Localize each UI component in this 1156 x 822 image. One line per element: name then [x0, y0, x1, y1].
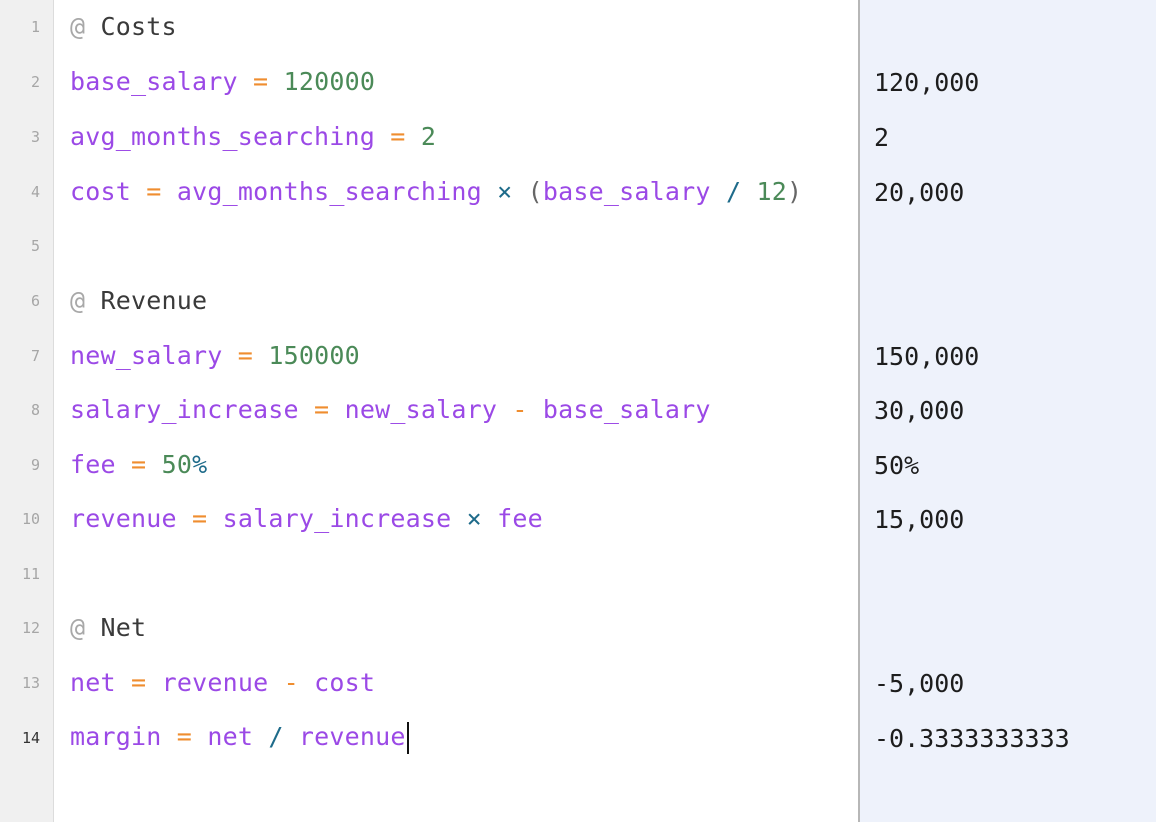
editor-line-13[interactable]: net = revenue - cost: [70, 666, 375, 700]
editor-line-14[interactable]: margin = net / revenue: [70, 720, 409, 754]
section-heading: Costs: [100, 12, 177, 41]
editor-line-8[interactable]: salary_increase = new_salary - base_sala…: [70, 393, 711, 427]
editor-line-10[interactable]: revenue = salary_increase × fee: [70, 502, 543, 536]
editor-line-12[interactable]: @ Net: [70, 611, 146, 645]
assign-operator: =: [390, 122, 406, 151]
result-value[interactable]: -0.3333333333: [874, 722, 1070, 756]
open-paren: (: [527, 177, 543, 206]
assign-operator: =: [253, 67, 269, 96]
multiply-operator: ×: [466, 504, 482, 533]
assign-operator: =: [146, 177, 162, 206]
assign-operator: =: [176, 722, 193, 751]
line-number: 7: [30, 347, 40, 365]
variable-reference: salary_increase: [222, 504, 452, 533]
result-value[interactable]: 30,000: [874, 394, 964, 428]
variable-reference: avg_months_searching: [176, 177, 482, 206]
editor-line-9[interactable]: fee = 50%: [70, 448, 207, 482]
divide-operator: /: [268, 722, 284, 751]
assign-operator: =: [237, 341, 254, 370]
variable-name: base_salary: [70, 67, 238, 96]
section-marker: @: [70, 12, 86, 41]
divide-operator: /: [725, 177, 742, 206]
editor-line-3[interactable]: avg_months_searching = 2: [70, 120, 436, 154]
variable-name: revenue: [70, 504, 177, 533]
line-number: 12: [21, 619, 40, 637]
minus-operator: -: [512, 395, 528, 424]
number-literal: 120000: [283, 67, 376, 96]
line-number: 3: [30, 128, 40, 146]
variable-name: avg_months_searching: [70, 122, 376, 151]
result-value[interactable]: 50%: [874, 449, 919, 483]
result-value[interactable]: 20,000: [874, 176, 964, 210]
line-number: 13: [21, 674, 40, 692]
section-marker: @: [70, 613, 86, 642]
line-number: 2: [30, 73, 40, 91]
number-literal: 2: [420, 122, 437, 151]
close-paren: ): [786, 177, 803, 206]
variable-name: new_salary: [70, 341, 223, 370]
variable-name: net: [70, 668, 116, 697]
assign-operator: =: [314, 395, 330, 424]
line-number-gutter: 1 2 3 4 5 6 7 8 9 10 11 12 13 14: [0, 0, 54, 822]
line-number: 4: [30, 183, 40, 201]
text-cursor: [406, 722, 409, 754]
editor-line-6[interactable]: @ Revenue: [70, 284, 207, 318]
assign-operator: =: [131, 668, 147, 697]
result-value[interactable]: 120,000: [874, 66, 979, 100]
calculator-notepad-window: 1 2 3 4 5 6 7 8 9 10 11 12 13 14 @ Costs…: [0, 0, 1156, 822]
variable-name: fee: [70, 450, 116, 479]
variable-reference: net: [207, 722, 254, 751]
variable-name: cost: [70, 177, 132, 206]
variable-name: margin: [70, 722, 162, 751]
multiply-operator: ×: [497, 177, 513, 206]
variable-reference: base_salary: [542, 395, 711, 424]
editor-line-4[interactable]: cost = avg_months_searching × (base_sala…: [70, 175, 802, 209]
editor-line-1[interactable]: @ Costs: [70, 10, 177, 44]
variable-reference: new_salary: [344, 395, 498, 424]
editor-line-7[interactable]: new_salary = 150000: [70, 339, 360, 373]
editor-line-2[interactable]: base_salary = 120000: [70, 65, 375, 99]
assign-operator: =: [192, 504, 208, 533]
number-literal: 50: [161, 450, 193, 479]
section-heading: Net: [100, 613, 147, 642]
result-value[interactable]: 15,000: [874, 503, 964, 537]
line-number: 8: [30, 401, 40, 419]
line-number: 9: [30, 456, 40, 474]
variable-reference: cost: [314, 668, 376, 697]
section-heading: Revenue: [100, 286, 208, 315]
minus-operator: -: [283, 668, 299, 697]
number-literal: 12: [756, 177, 787, 206]
variable-name: salary_increase: [70, 395, 299, 424]
percent-unit: %: [192, 450, 208, 479]
line-number: 11: [21, 565, 40, 583]
variable-reference: revenue: [298, 722, 406, 751]
result-value[interactable]: 2: [874, 121, 889, 155]
assign-operator: =: [131, 450, 147, 479]
line-number: 1: [30, 18, 40, 36]
variable-reference: revenue: [161, 668, 269, 697]
section-marker: @: [70, 286, 86, 315]
variable-reference: fee: [497, 504, 543, 533]
number-literal: 150000: [268, 341, 360, 370]
variable-reference: base_salary: [542, 177, 711, 206]
line-number-active: 14: [21, 729, 40, 747]
line-number: 10: [21, 510, 40, 528]
code-editor[interactable]: @ Costs base_salary = 120000 avg_months_…: [55, 0, 858, 822]
results-pane: 120,000 2 20,000 150,000 30,000 50% 15,0…: [860, 0, 1156, 822]
line-number: 6: [30, 292, 40, 310]
result-value[interactable]: -5,000: [874, 667, 964, 701]
result-value[interactable]: 150,000: [874, 340, 979, 374]
line-number: 5: [30, 237, 40, 255]
